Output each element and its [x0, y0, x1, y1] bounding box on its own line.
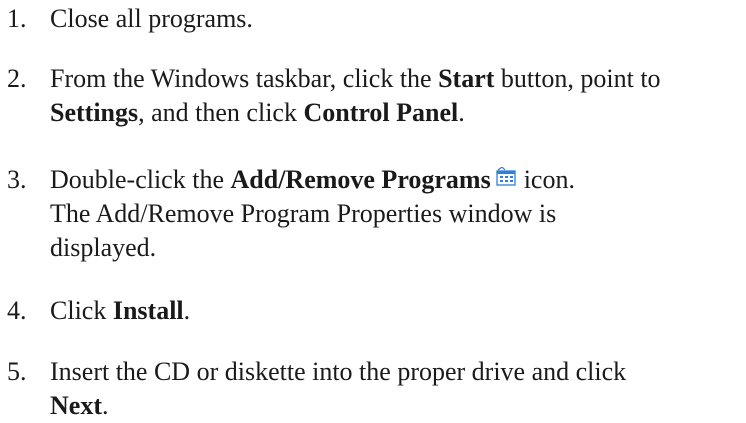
step-text: Close all programs.	[50, 2, 740, 36]
ui-term-start: Start	[438, 64, 495, 93]
text-run: The Add/Remove Program Properties window…	[50, 199, 557, 228]
text-run: Click	[50, 296, 113, 325]
step-text: From the Windows taskbar, click the Star…	[50, 62, 740, 130]
ui-term-add-remove-programs: Add/Remove Programs	[230, 165, 491, 194]
step-text: Double-click the Add/Remove Programs ico…	[50, 163, 740, 265]
step-text: Click Install.	[50, 294, 740, 328]
text-run: button, point to	[494, 64, 661, 93]
text-run: Double-click the	[50, 165, 231, 194]
step-number: 2.	[7, 64, 27, 93]
text-line: Settings, and then click Control Panel.	[50, 96, 740, 130]
text-run: From the Windows taskbar, click the	[50, 64, 439, 93]
text-line: Click Install.	[50, 294, 740, 328]
ui-term-install: Install	[112, 296, 184, 325]
text-line: Next.	[50, 389, 740, 423]
step-number: 4.	[7, 296, 27, 325]
ui-term-next: Next	[50, 391, 102, 420]
step-text: Insert the CD or diskette into the prope…	[50, 355, 740, 423]
step-number: 1.	[7, 4, 27, 33]
text-line: Insert the CD or diskette into the prope…	[50, 355, 740, 389]
text-run: displayed.	[50, 233, 157, 262]
text-run: Close all programs.	[50, 4, 253, 33]
ui-term-settings: Settings	[50, 98, 139, 127]
text-run: Insert the CD or diskette into the prope…	[50, 357, 627, 386]
text-run: icon.	[523, 165, 575, 194]
add-remove-programs-icon	[496, 167, 516, 186]
ui-term-control-panel: Control Panel	[303, 98, 459, 127]
text-run: .	[458, 98, 465, 127]
text-run: .	[183, 296, 191, 325]
text-line: The Add/Remove Program Properties window…	[50, 197, 740, 231]
step-number: 5.	[7, 357, 27, 386]
text-line: displayed.	[50, 231, 740, 265]
text-line: Double-click the Add/Remove Programs ico…	[50, 163, 740, 197]
text-line: From the Windows taskbar, click the Star…	[50, 62, 740, 96]
text-run: , and then click	[138, 98, 304, 127]
text-line: Close all programs.	[50, 2, 740, 36]
text-run: .	[101, 391, 109, 420]
step-number: 3.	[7, 165, 27, 194]
